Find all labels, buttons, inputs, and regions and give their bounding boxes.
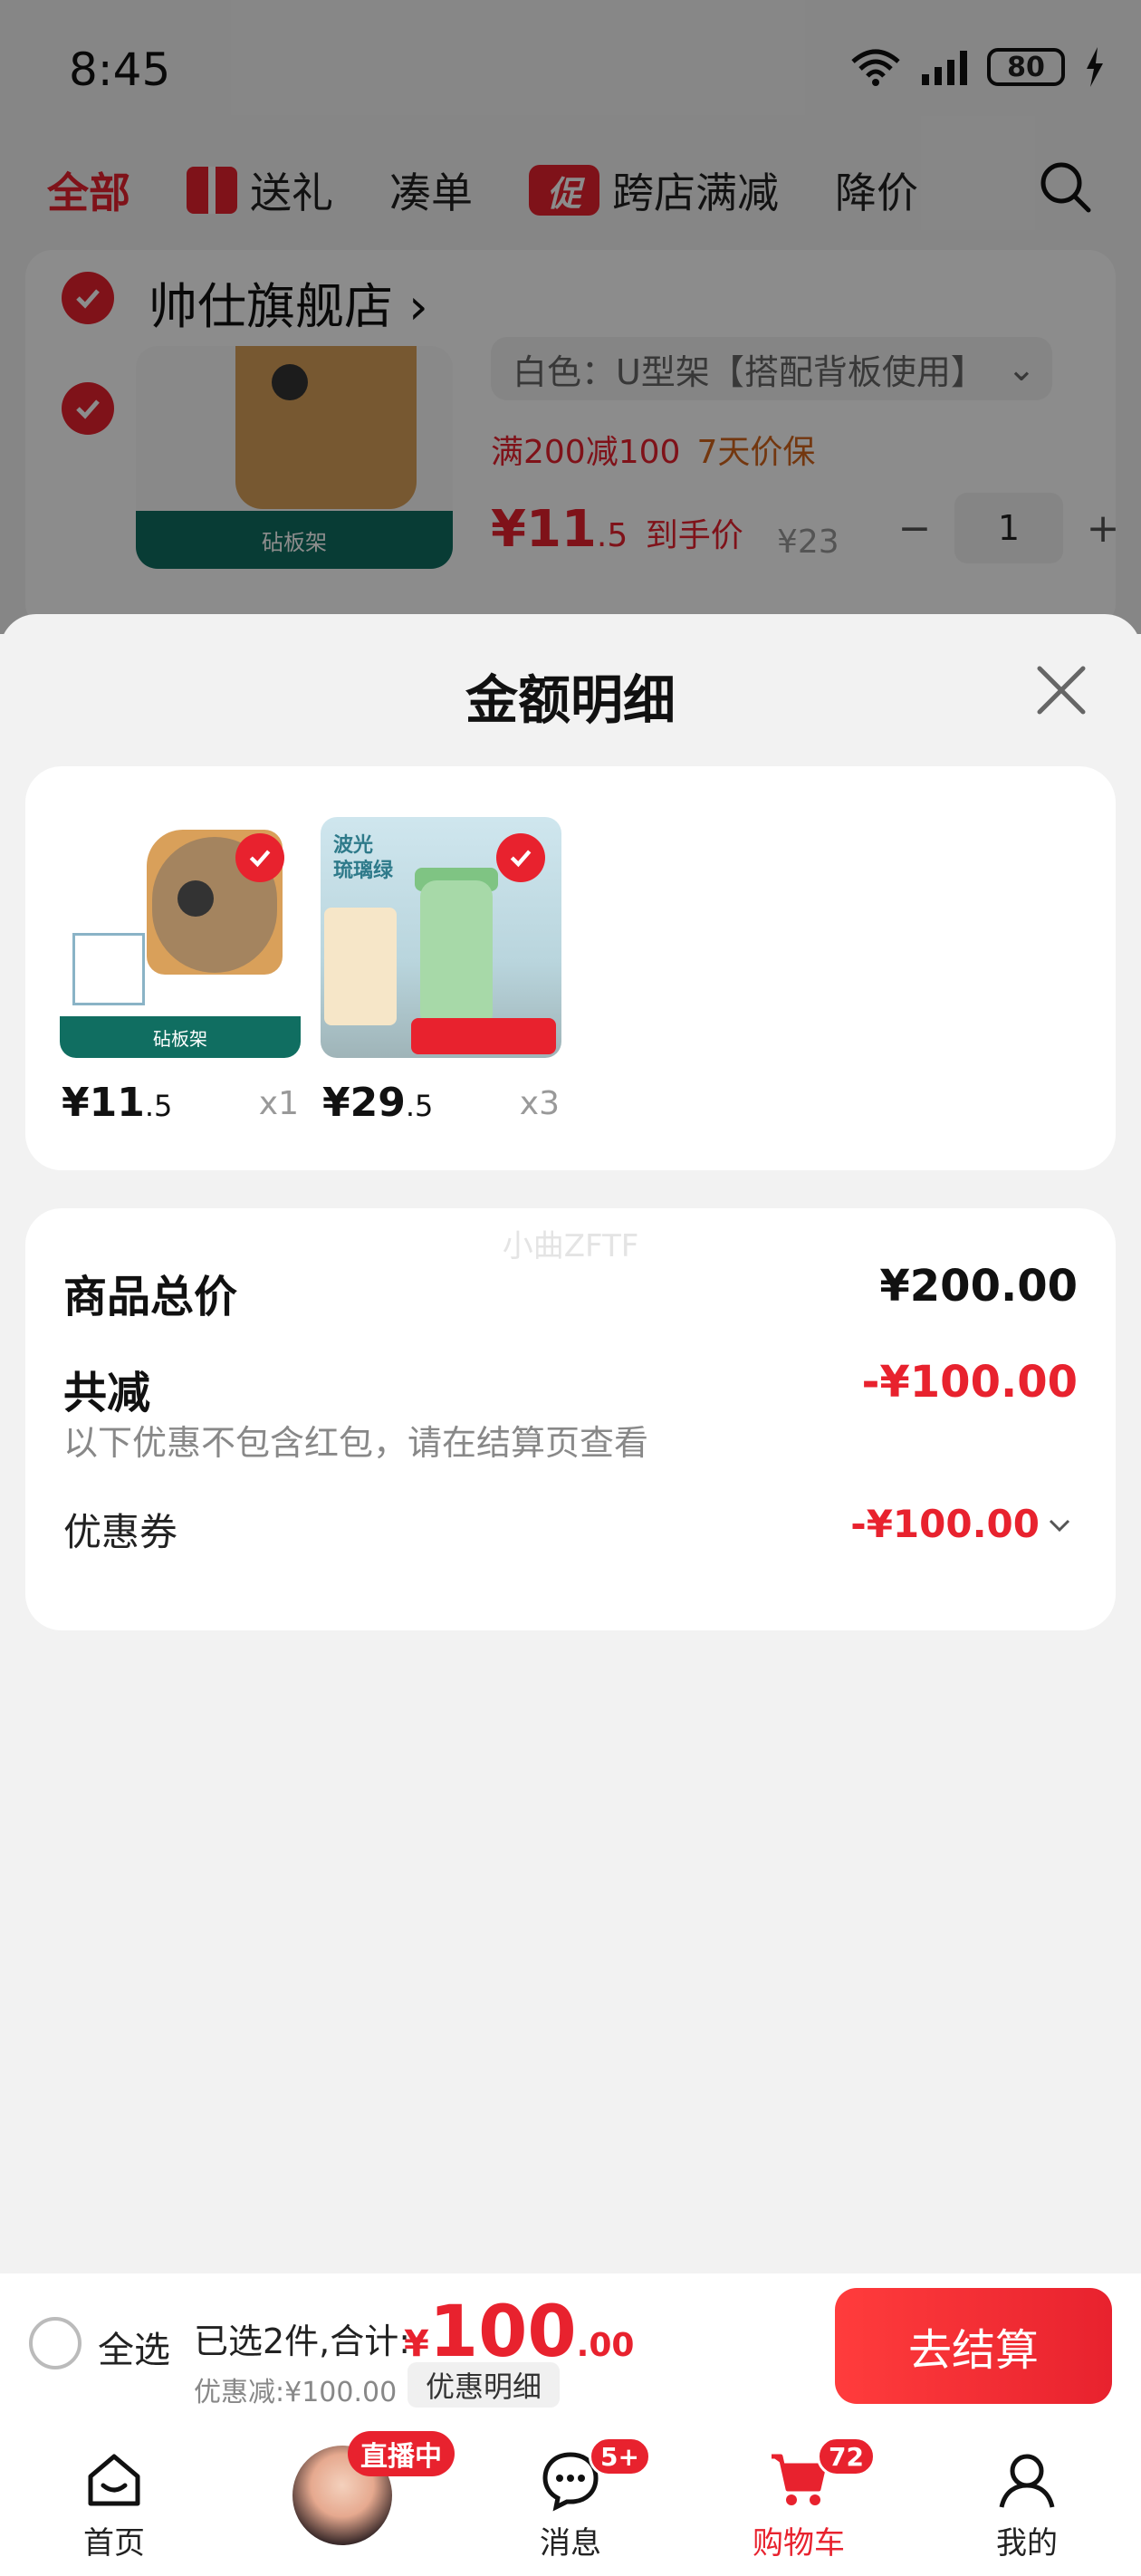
product-thumbnail: 砧板架 — [60, 817, 301, 1058]
price-dec: .5 — [144, 1089, 173, 1123]
selected-count: 已选2件,合计: — [194, 2321, 411, 2361]
message-badge: 5+ — [589, 2437, 651, 2476]
select-all-checkbox[interactable] — [29, 2317, 82, 2369]
sum-dec: .00 — [576, 2327, 635, 2364]
close-icon[interactable] — [1032, 661, 1090, 719]
nav-label: 我的 — [996, 2525, 1058, 2562]
nav-messages[interactable]: 消息 5+ — [456, 2426, 685, 2576]
watermark: 小曲ZFTF — [502, 1228, 639, 1264]
price-int: ¥29 — [322, 1080, 406, 1126]
select-all-label[interactable]: 全选 — [98, 2321, 170, 2373]
cart-badge: 72 — [817, 2437, 876, 2476]
product-price: ¥29.5 — [322, 1080, 433, 1126]
thumb-tag: 波光 琉璃绿 — [333, 834, 394, 882]
totals-card: 小曲ZFTF 商品总价 ¥200.00 共减 -¥100.00 以下优惠不包含红… — [25, 1208, 1116, 1630]
product-item[interactable]: 砧板架 ¥11.5 x1 — [60, 817, 301, 1126]
reduce-note: 以下优惠不包含红包，请在结算页查看 — [63, 1423, 649, 1463]
sheet-title: 金额明细 — [465, 669, 676, 731]
total-value: ¥200.00 — [879, 1261, 1078, 1312]
cup-shape — [420, 880, 493, 1034]
nav-profile[interactable]: 我的 — [913, 2426, 1141, 2576]
product-thumbnail: 波光 琉璃绿 — [321, 817, 561, 1058]
product-item[interactable]: 波光 琉璃绿 ¥29.5 x3 — [321, 817, 561, 1126]
profile-icon — [999, 2454, 1055, 2508]
sum-price: ¥100.00 — [404, 2292, 634, 2373]
promo-badge-shape — [324, 908, 397, 1025]
dim-overlay[interactable] — [0, 0, 1141, 634]
check-icon — [249, 850, 271, 868]
checkout-button[interactable]: 去结算 — [835, 2288, 1112, 2404]
product-check-icon — [496, 833, 545, 882]
knob-shape — [177, 880, 214, 917]
nav-home[interactable]: 首页 — [0, 2426, 228, 2576]
discount-detail-button[interactable]: 优惠明细 — [408, 2362, 561, 2408]
product-price: ¥11.5 — [62, 1080, 172, 1126]
product-qty: x3 — [519, 1085, 560, 1122]
reduce-label: 共减 — [63, 1368, 151, 1418]
coupon-value[interactable]: -¥100.00 — [850, 1502, 1072, 1546]
price-dec: .5 — [405, 1089, 434, 1123]
coupon-label: 优惠券 — [63, 1510, 178, 1554]
total-label: 商品总价 — [63, 1272, 238, 1322]
product-check-icon — [235, 833, 284, 882]
coupon-amount: -¥100.00 — [850, 1502, 1040, 1546]
product-qty: x1 — [258, 1085, 299, 1122]
products-card: 砧板架 ¥11.5 x1 波光 琉璃绿 ¥29.5 x3 — [25, 766, 1116, 1170]
sum-currency: ¥ — [404, 2323, 429, 2365]
reduce-value: -¥100.00 — [861, 1357, 1078, 1408]
home-icon — [88, 2454, 140, 2506]
nav-label: 消息 — [540, 2525, 601, 2562]
check-icon — [510, 850, 532, 868]
nav-live[interactable]: 直播中 — [228, 2426, 456, 2576]
live-badge: 直播中 — [348, 2431, 455, 2476]
nav-label: 购物车 — [753, 2525, 845, 2562]
bottom-nav: 首页 直播中 消息 5+ 购物车 72 我的 — [0, 2426, 1141, 2576]
checkout-bar: 全选 已选2件,合计: ¥100.00 优惠减:¥100.00 优惠明细 去结算 — [0, 2273, 1141, 2426]
chevron-down-icon — [1049, 1519, 1070, 1532]
sum-int: 100 — [428, 2292, 577, 2373]
promo-ribbon-shape — [411, 1018, 556, 1054]
price-int: ¥11 — [62, 1080, 145, 1126]
nav-label: 首页 — [83, 2525, 145, 2562]
nav-cart[interactable]: 购物车 72 — [685, 2426, 913, 2576]
diagram-inset — [72, 933, 145, 1005]
discount-text: 优惠减:¥100.00 — [194, 2377, 398, 2408]
amount-detail-sheet: 金额明细 砧板架 ¥11.5 x1 波光 琉璃绿 ¥29.5 x3 小曲ZFTF… — [0, 614, 1141, 2273]
thumb-band: 砧板架 — [60, 1016, 301, 1058]
